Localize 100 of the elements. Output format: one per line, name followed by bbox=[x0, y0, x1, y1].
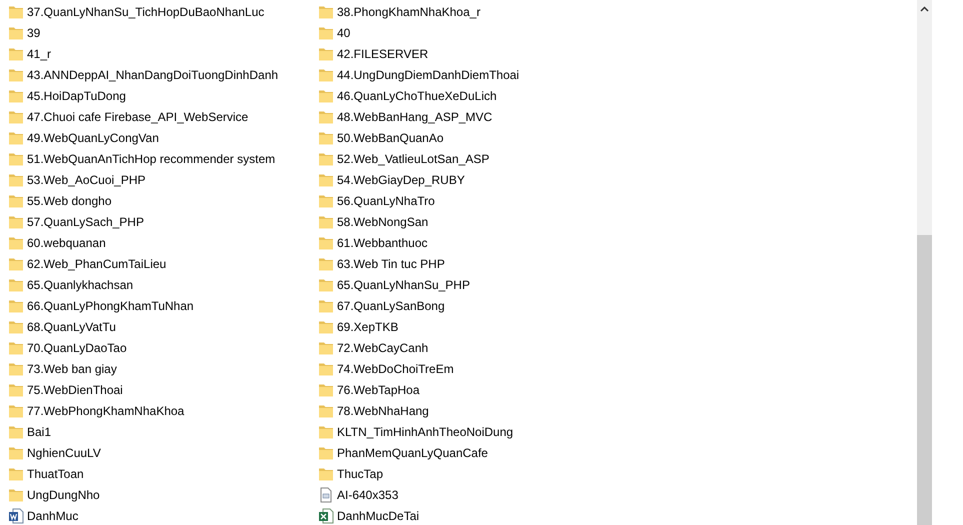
folder-icon bbox=[318, 276, 334, 292]
file-list-item[interactable]: AI-640x353 bbox=[318, 484, 628, 505]
folder-icon bbox=[318, 444, 334, 460]
file-list-item[interactable]: 38.PhongKhamNhaKhoa_r bbox=[318, 1, 628, 22]
folder-icon bbox=[318, 424, 334, 440]
folder-icon bbox=[8, 466, 24, 482]
file-list-item[interactable]: 61.Webbanthuoc bbox=[318, 232, 628, 253]
folder-icon bbox=[8, 46, 24, 62]
scroll-up-icon[interactable] bbox=[920, 6, 929, 12]
file-list-item[interactable]: 41_r bbox=[8, 43, 318, 64]
file-list-item[interactable]: 50.WebBanQuanAo bbox=[318, 127, 628, 148]
file-list-item[interactable]: 52.Web_VatlieuLotSan_ASP bbox=[318, 148, 628, 169]
folder-icon bbox=[318, 108, 334, 124]
scrollbar-thumb[interactable] bbox=[917, 235, 932, 525]
file-list-item[interactable]: 69.XepTKB bbox=[318, 316, 628, 337]
file-list-item[interactable]: 73.Web ban giay bbox=[8, 358, 318, 379]
file-list-item[interactable]: ThuatToan bbox=[8, 463, 318, 484]
folder-icon bbox=[318, 24, 334, 40]
folder-icon bbox=[8, 318, 24, 334]
file-list-item[interactable]: 74.WebDoChoiTreEm bbox=[318, 358, 628, 379]
folder-icon bbox=[8, 66, 24, 82]
file-list-item[interactable]: 72.WebCayCanh bbox=[318, 337, 628, 358]
folder-icon bbox=[318, 340, 334, 356]
file-list-item[interactable]: 62.Web_PhanCumTaiLieu bbox=[8, 253, 318, 274]
folder-icon bbox=[8, 214, 24, 230]
file-list-item[interactable]: 54.WebGiayDep_RUBY bbox=[318, 169, 628, 190]
folder-icon bbox=[8, 234, 24, 250]
file-list-item[interactable]: 65.QuanLyNhanSu_PHP bbox=[318, 274, 628, 295]
file-list-item[interactable]: 66.QuanLyPhongKhamTuNhan bbox=[8, 295, 318, 316]
folder-icon bbox=[8, 172, 24, 188]
file-list-item[interactable]: 55.Web dongho bbox=[8, 190, 318, 211]
folder-icon bbox=[8, 276, 24, 292]
folder-icon bbox=[318, 172, 334, 188]
file-list-item[interactable]: 43.ANNDeppAI_NhanDangDoiTuongDinhDanh bbox=[8, 64, 318, 85]
file-list-item[interactable]: 40 bbox=[318, 22, 628, 43]
file-list-item[interactable]: 39 bbox=[8, 22, 318, 43]
file-list-item[interactable]: DanhMucDeTai bbox=[318, 505, 628, 525]
folder-icon bbox=[8, 108, 24, 124]
scrollbar[interactable] bbox=[917, 0, 932, 525]
file-list-item[interactable]: 56.QuanLyNhaTro bbox=[318, 190, 628, 211]
file-list-item[interactable]: NghienCuuLV bbox=[8, 442, 318, 463]
spreadsheet-icon bbox=[318, 508, 334, 524]
file-list-item[interactable]: 76.WebTapHoa bbox=[318, 379, 628, 400]
file-list-item[interactable]: 53.Web_AoCuoi_PHP bbox=[8, 169, 318, 190]
file-list-item[interactable]: 68.QuanLyVatTu bbox=[8, 316, 318, 337]
file-list-item[interactable]: 46.QuanLyChoThueXeDuLich bbox=[318, 85, 628, 106]
folder-icon bbox=[8, 382, 24, 398]
file-list-item[interactable]: 67.QuanLySanBong bbox=[318, 295, 628, 316]
folder-icon bbox=[8, 340, 24, 356]
folder-icon bbox=[318, 360, 334, 376]
folder-icon bbox=[8, 424, 24, 440]
folder-icon bbox=[318, 382, 334, 398]
folder-icon bbox=[318, 66, 334, 82]
folder-icon bbox=[318, 150, 334, 166]
folder-icon bbox=[8, 486, 24, 502]
folder-icon bbox=[8, 24, 24, 40]
file-list-item[interactable]: 65.Quanlykhachsan bbox=[8, 274, 318, 295]
folder-icon bbox=[8, 360, 24, 376]
file-list-item[interactable]: KLTN_TimHinhAnhTheoNoiDung bbox=[318, 421, 628, 442]
file-list-item[interactable]: 57.QuanLySach_PHP bbox=[8, 211, 318, 232]
file-list-item[interactable]: 42.FILESERVER bbox=[318, 43, 628, 64]
folder-icon bbox=[8, 444, 24, 460]
file-list-item[interactable]: 75.WebDienThoai bbox=[8, 379, 318, 400]
folder-icon bbox=[8, 298, 24, 314]
file-list-item[interactable]: 77.WebPhongKhamNhaKhoa bbox=[8, 400, 318, 421]
file-list-item[interactable]: 48.WebBanHang_ASP_MVC bbox=[318, 106, 628, 127]
file-list-item[interactable]: 78.WebNhaHang bbox=[318, 400, 628, 421]
file-list-item[interactable]: 49.WebQuanLyCongVan bbox=[8, 127, 318, 148]
folder-icon bbox=[318, 466, 334, 482]
file-list-item[interactable]: UngDungNho bbox=[8, 484, 318, 505]
file-list-item[interactable]: 37.QuanLyNhanSu_TichHopDuBaoNhanLuc bbox=[8, 1, 318, 22]
folder-icon bbox=[8, 150, 24, 166]
file-list-item[interactable]: Bai1 bbox=[8, 421, 318, 442]
file-list-item[interactable]: DanhMuc bbox=[8, 505, 318, 525]
folder-icon bbox=[318, 256, 334, 272]
folder-icon bbox=[318, 88, 334, 104]
file-list-item[interactable]: 63.Web Tin tuc PHP bbox=[318, 253, 628, 274]
folder-icon bbox=[8, 88, 24, 104]
file-list-item[interactable]: 45.HoiDapTuDong bbox=[8, 85, 318, 106]
folder-icon bbox=[318, 298, 334, 314]
folder-icon bbox=[318, 192, 334, 208]
file-list-item[interactable]: ThucTap bbox=[318, 463, 628, 484]
word-document-icon bbox=[8, 508, 24, 524]
file-list-item[interactable]: 58.WebNongSan bbox=[318, 211, 628, 232]
folder-icon bbox=[8, 192, 24, 208]
folder-icon bbox=[318, 234, 334, 250]
folder-icon bbox=[318, 214, 334, 230]
file-list-item[interactable]: 47.Chuoi cafe Firebase_API_WebService bbox=[8, 106, 318, 127]
file-list-item[interactable]: 70.QuanLyDaoTao bbox=[8, 337, 318, 358]
folder-icon bbox=[318, 46, 334, 62]
folder-icon bbox=[8, 4, 24, 20]
file-list-item[interactable]: 51.WebQuanAnTichHop recommender system bbox=[8, 148, 318, 169]
file-list-item[interactable]: PhanMemQuanLyQuanCafe bbox=[318, 442, 628, 463]
folder-icon bbox=[318, 130, 334, 146]
file-list-item[interactable]: 60.webquanan bbox=[8, 232, 318, 253]
folder-icon bbox=[8, 256, 24, 272]
folder-icon bbox=[8, 130, 24, 146]
file-list-item[interactable]: 44.UngDungDiemDanhDiemThoai bbox=[318, 64, 628, 85]
folder-icon bbox=[318, 318, 334, 334]
folder-icon bbox=[318, 402, 334, 418]
